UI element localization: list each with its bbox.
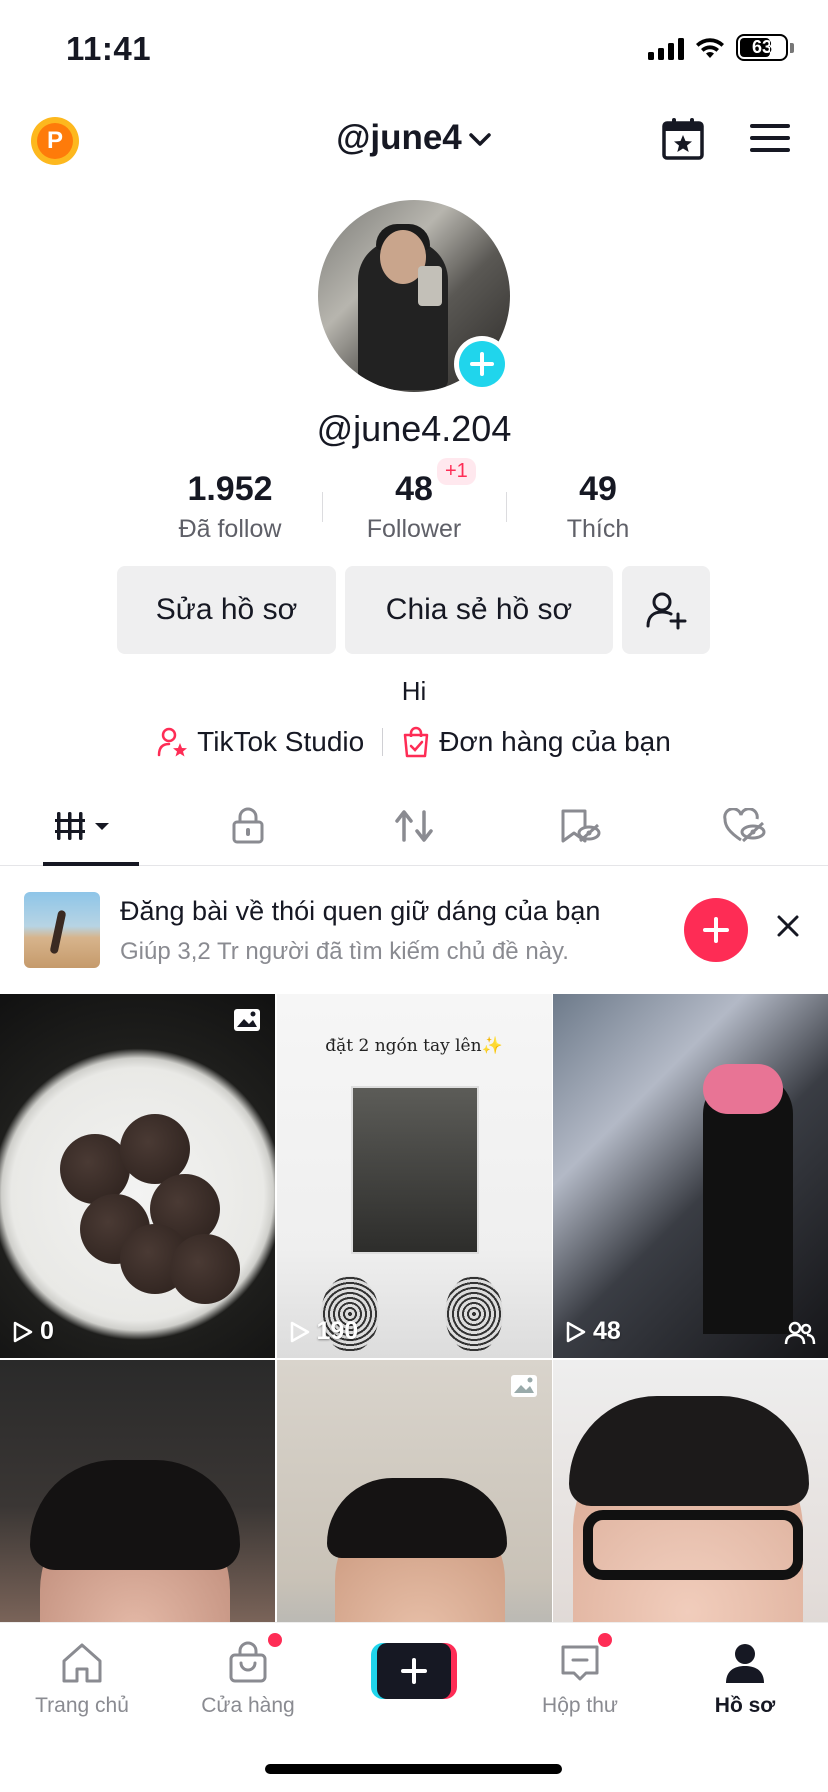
stat-label: Follower: [366, 515, 462, 543]
stat-value: 48: [395, 470, 433, 508]
battery-level: 63: [751, 37, 773, 57]
edit-profile-button[interactable]: Sửa hồ sơ: [117, 566, 336, 654]
suggestion-banner[interactable]: Đăng bài về thói quen giữ dáng của bạn G…: [0, 866, 828, 994]
calendar-star-icon[interactable]: [660, 116, 706, 162]
plus-icon: [703, 917, 729, 943]
lock-icon: [232, 807, 264, 843]
profile-links: TikTok Studio Đơn hàng của bạn: [0, 726, 828, 758]
play-icon: [290, 1321, 309, 1342]
promo-create-button[interactable]: [684, 898, 748, 962]
stat-following[interactable]: 1.952 Đã follow: [138, 470, 322, 550]
add-friend-button[interactable]: [622, 566, 710, 654]
photo-icon: [234, 1009, 260, 1031]
tab-videos[interactable]: [0, 786, 166, 866]
view-count: 48: [565, 1317, 621, 1346]
status-bar: 11:41 63: [0, 0, 828, 100]
video-thumbnail[interactable]: 48: [553, 994, 828, 1358]
creator-star-icon: [157, 727, 188, 757]
stat-followers[interactable]: 48 Follower: [322, 470, 506, 550]
photo-icon: [510, 1375, 537, 1397]
promo-title: Đăng bài về thói quen giữ dáng của bạn: [120, 896, 601, 926]
shop-icon: [229, 1641, 267, 1683]
nav-home[interactable]: Trang chủ: [12, 1641, 152, 1718]
tiktok-studio-label: TikTok Studio: [197, 726, 365, 757]
video-caption: đặt 2 ngón tay lên✨: [325, 1036, 503, 1056]
orders-label: Đơn hàng của bạn: [439, 726, 671, 757]
grid-icon: [54, 811, 109, 840]
nav-label: Hộp thư: [542, 1694, 618, 1717]
home-indicator[interactable]: [265, 1764, 562, 1774]
video-grid: 0 đặt 2 ngón tay lên✨ 190 48: [0, 994, 828, 1724]
tab-liked[interactable]: [662, 786, 828, 865]
profile-icon: [726, 1644, 764, 1683]
status-icons: 63: [648, 34, 794, 61]
profile-stats: 1.952 Đã follow 48 Follower 49 Thích: [138, 470, 690, 550]
friends-icon: [784, 1321, 816, 1345]
tiktok-studio-link[interactable]: TikTok Studio: [157, 726, 364, 758]
notification-dot: [268, 1633, 282, 1647]
view-count-value: 190: [316, 1317, 359, 1345]
home-icon: [62, 1643, 102, 1683]
profile-handle: @june4.204: [316, 408, 512, 449]
nav-profile[interactable]: Hồ sơ: [675, 1641, 815, 1718]
inbox-icon: [561, 1645, 599, 1681]
play-icon: [13, 1321, 33, 1342]
bookmark-eye-icon: [561, 809, 601, 842]
stat-divider: [322, 492, 323, 522]
avatar-container[interactable]: [318, 200, 510, 392]
battery-icon: 63: [736, 34, 788, 61]
plus-icon: [470, 352, 494, 376]
link-divider: [382, 728, 384, 756]
tab-saved[interactable]: [497, 786, 663, 865]
nav-shop[interactable]: Cửa hàng: [178, 1641, 318, 1718]
profile-header: P @june4: [0, 100, 828, 180]
add-user-icon: [646, 592, 687, 630]
signal-icon: [648, 36, 684, 60]
view-count: 190: [289, 1317, 359, 1346]
chevron-down-icon: [469, 133, 491, 146]
heart-eye-icon: [723, 807, 766, 842]
video-thumbnail[interactable]: đặt 2 ngón tay lên✨ 190: [276, 994, 552, 1358]
stat-value: 49: [579, 470, 617, 508]
share-profile-button[interactable]: Chia sẻ hồ sơ: [345, 566, 613, 654]
view-count-value: 48: [593, 1317, 621, 1345]
status-time: 11:41: [66, 30, 152, 67]
tab-private[interactable]: [166, 786, 332, 865]
view-count: 0: [12, 1317, 54, 1346]
notification-dot: [598, 1633, 612, 1647]
nav-label: Hồ sơ: [714, 1694, 776, 1717]
stat-likes[interactable]: 49 Thích: [506, 470, 690, 550]
stat-divider: [506, 492, 507, 522]
play-icon: [566, 1321, 586, 1342]
promo-subtitle: Giúp 3,2 Tr người đã tìm kiếm chủ đề này…: [120, 938, 569, 965]
orders-link[interactable]: Đơn hàng của bạn: [401, 726, 671, 758]
wifi-icon: [696, 37, 724, 58]
video-thumbnail[interactable]: 0: [0, 994, 275, 1358]
stat-label: Thích: [566, 515, 630, 543]
repost-icon: [395, 809, 433, 842]
create-button[interactable]: [371, 1643, 457, 1699]
tab-reposts[interactable]: [331, 786, 497, 865]
header-username: @june4: [336, 118, 462, 157]
profile-actions: Sửa hồ sơ Chia sẻ hồ sơ: [117, 566, 710, 654]
stat-label: Đã follow: [178, 515, 282, 543]
profile-bio: Hi: [401, 676, 427, 706]
menu-icon[interactable]: [750, 122, 790, 154]
stat-value: 1.952: [187, 470, 273, 508]
shopping-bag-icon: [403, 726, 429, 758]
close-icon[interactable]: [774, 912, 802, 940]
view-count-value: 0: [40, 1317, 54, 1345]
profile-tabs: [0, 786, 828, 866]
follower-delta-badge: +1: [437, 458, 476, 485]
promo-thumbnail: [24, 892, 100, 968]
nav-inbox[interactable]: Hộp thư: [510, 1641, 650, 1718]
create-icon: [401, 1658, 427, 1684]
nav-label: Trang chủ: [35, 1694, 129, 1717]
nav-label: Cửa hàng: [201, 1694, 295, 1717]
add-avatar-button[interactable]: [454, 336, 510, 392]
